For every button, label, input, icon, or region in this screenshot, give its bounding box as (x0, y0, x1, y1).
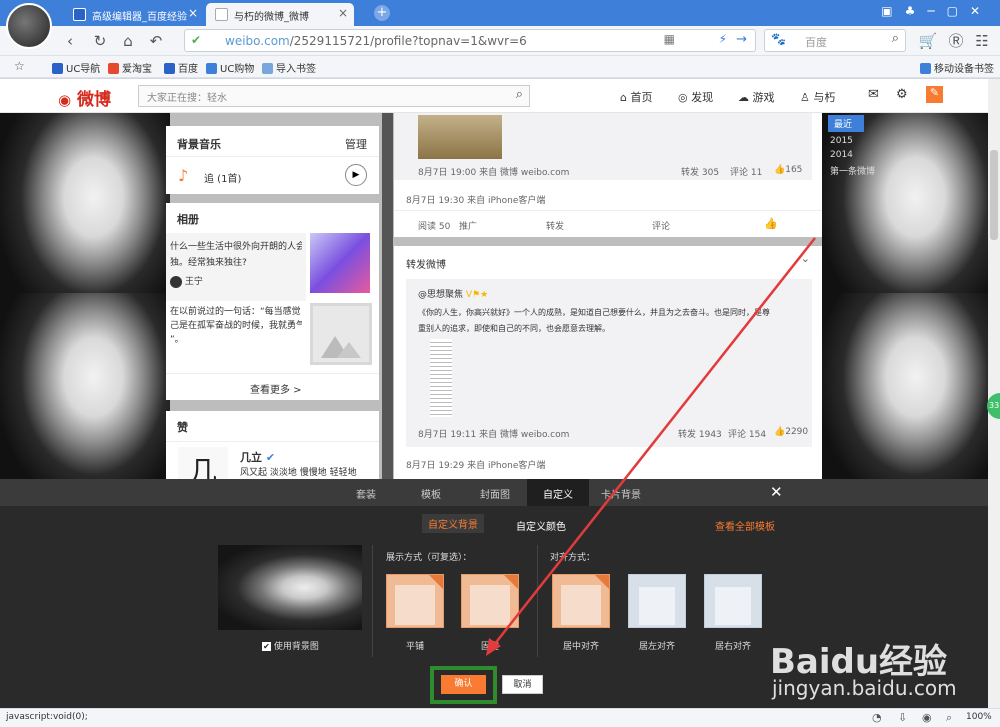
sound-icon[interactable]: ◉ (922, 711, 932, 724)
download-icon[interactable]: ⇩ (898, 711, 907, 724)
status-link-text: javascript:void(0); (6, 712, 88, 722)
baidu-watermark-url: jingyan.baidu.com (772, 676, 957, 700)
zoom-icon[interactable]: ⌕ (946, 711, 952, 725)
speed-icon[interactable]: ◔ (872, 711, 882, 724)
annotation-arrow (486, 237, 816, 656)
zoom-level[interactable]: 100% (966, 712, 992, 722)
scrollbar-thumb[interactable] (990, 150, 998, 240)
user-avatar[interactable] (6, 3, 52, 49)
status-bar: javascript:void(0); ◔ ⇩ ◉ ⌕ 100% (0, 708, 1000, 727)
